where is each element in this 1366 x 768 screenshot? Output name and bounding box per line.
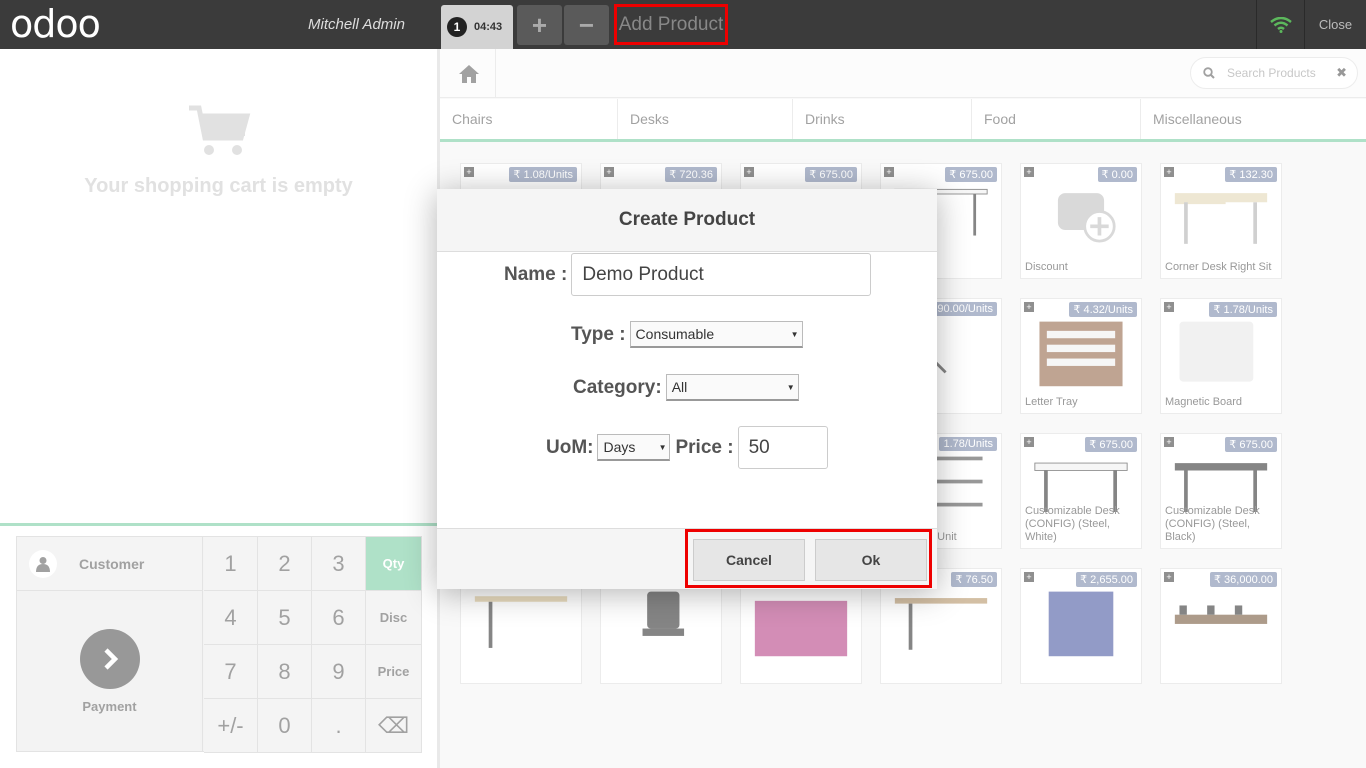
type-label: Type : [571,323,626,345]
wifi-icon[interactable] [1256,0,1304,49]
order-tab[interactable]: 1 04:43 [441,5,513,49]
add-order-button[interactable]: + [517,5,562,45]
uom-select[interactable]: Days ▼ [597,434,671,461]
price-field[interactable]: 50 [737,426,828,469]
add-product-button[interactable]: Add Product [614,4,728,45]
type-select-value: Consumable [635,326,715,342]
order-number-badge: 1 [447,17,467,37]
price-label: Price : [675,436,734,458]
type-select[interactable]: Consumable ▼ [629,321,803,348]
order-time: 04:43 [474,21,503,33]
odoo-logo: odoo [10,2,101,46]
cancel-button[interactable]: Cancel [693,539,805,581]
category-select[interactable]: All ▼ [665,374,799,401]
type-row: Type : Consumable ▼ [571,321,803,348]
uom-select-value: Days [603,439,636,455]
ok-button[interactable]: Ok [815,539,927,581]
category-label: Category: [573,376,662,398]
uom-price-row: UoM: Days ▼ Price : 50 [546,426,828,469]
name-label: Name : [504,263,568,285]
remove-order-button[interactable]: − [564,5,609,45]
create-product-dialog: Create Product Name : Demo Product Type … [437,189,937,589]
uom-label: UoM: [546,436,594,458]
close-button[interactable]: Close [1304,0,1366,49]
product-name-field[interactable]: Demo Product [571,253,872,296]
user-name[interactable]: Mitchell Admin [308,16,405,33]
dropdown-arrow-icon: ▼ [658,443,667,452]
dialog-footer: Cancel Ok [437,528,937,589]
dialog-title: Create Product [437,189,937,252]
top-bar: odoo Mitchell Admin 1 04:43 + − Add Prod… [0,0,1366,49]
dropdown-arrow-icon: ▼ [790,330,799,339]
category-row: Category: All ▼ [573,374,799,401]
name-row: Name : Demo Product [504,253,872,296]
dropdown-arrow-icon: ▼ [786,383,795,392]
category-select-value: All [671,379,688,395]
